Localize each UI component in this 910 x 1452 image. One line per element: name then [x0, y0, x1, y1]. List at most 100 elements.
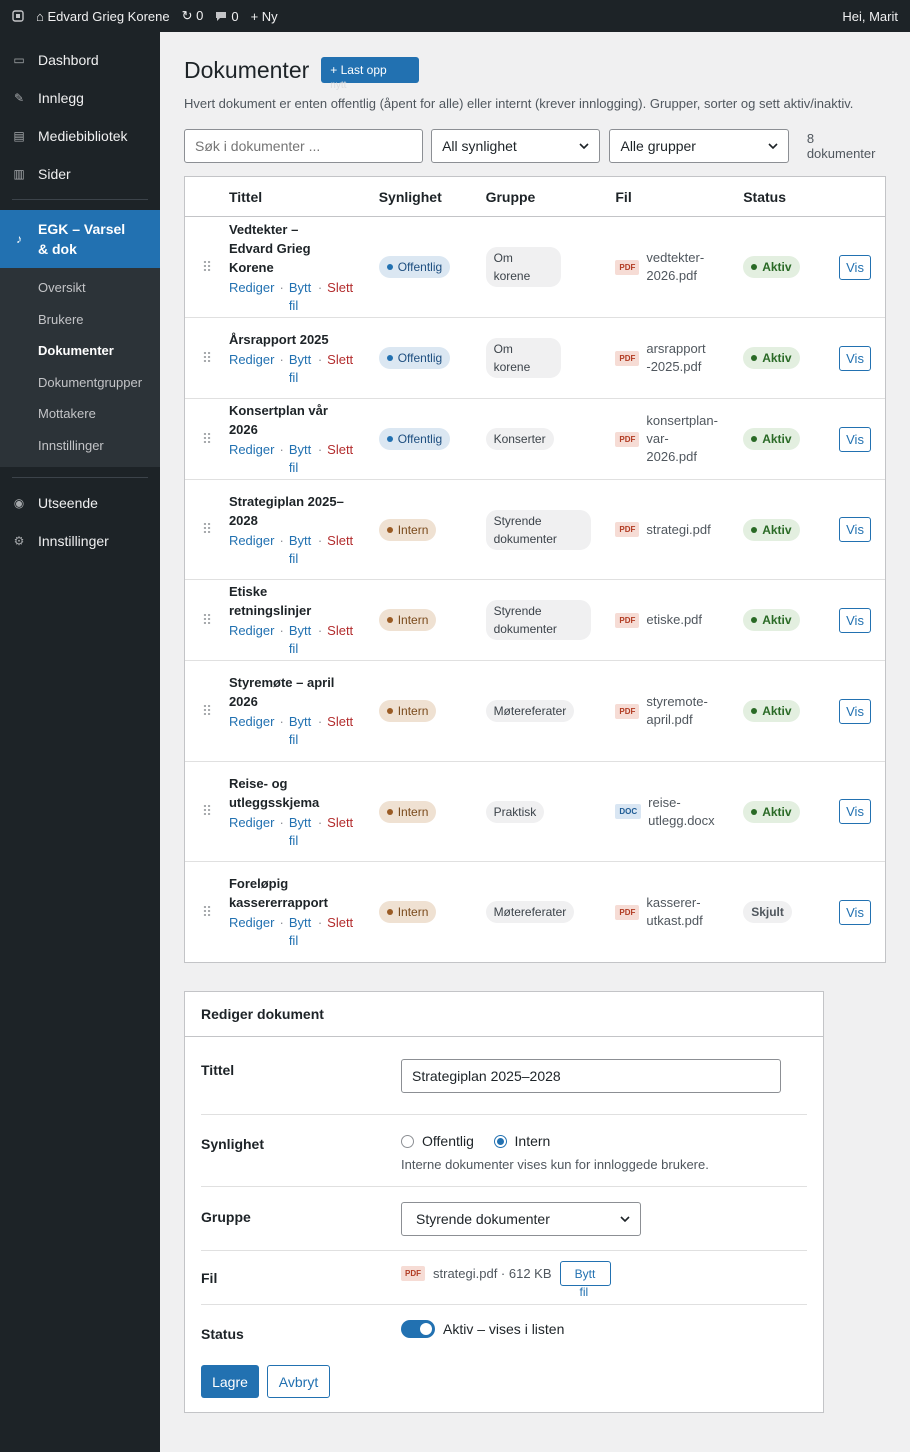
replace-file-link[interactable]: Bytt fil	[289, 533, 311, 566]
menu-settings[interactable]: ⚙ Innstillinger	[0, 522, 160, 560]
replace-file-link[interactable]: Bytt fil	[289, 815, 311, 848]
main-content: Dokumenter + Last opp nytt Hvert dokument…	[184, 32, 886, 1413]
radio-public-circle[interactable]	[401, 1134, 414, 1148]
title-input[interactable]: Strategiplan 2025–2028	[401, 1058, 781, 1093]
document-title[interactable]: Reise- og utleggsskjema	[229, 774, 329, 812]
cancel-button[interactable]: Avbryt	[267, 1365, 330, 1398]
replace-file-link[interactable]: Bytt fil	[289, 714, 311, 747]
save-button[interactable]: Lagre	[201, 1365, 259, 1398]
edit-link[interactable]: Rediger	[229, 533, 275, 548]
updates-link[interactable]: ↻ 0	[176, 0, 210, 32]
group-select-value: Styrende dokumenter	[416, 1210, 550, 1227]
replace-file-button[interactable]: Bytt fil	[559, 1261, 611, 1299]
view-button[interactable]: Vis	[839, 799, 872, 824]
drag-handle-icon[interactable]: ⠿	[185, 350, 229, 367]
column-title[interactable]: Tittel	[229, 189, 379, 205]
document-title[interactable]: Vedtekter – Edvard Grieg Korene	[229, 220, 344, 277]
drag-handle-icon[interactable]: ⠿	[185, 803, 229, 820]
edit-link[interactable]: Rediger	[229, 623, 275, 638]
radio-internal-circle[interactable]	[493, 1134, 507, 1148]
edit-link[interactable]: Rediger	[229, 280, 275, 295]
separator: ·	[317, 915, 323, 930]
document-title[interactable]: Strategiplan 2025–2028	[229, 492, 344, 530]
edit-link[interactable]: Rediger	[229, 714, 275, 729]
upload-button[interactable]: + Last opp nytt	[321, 57, 420, 91]
drag-handle-icon[interactable]: ⠿	[185, 904, 229, 921]
menu-posts[interactable]: ✎ Innlegg	[0, 79, 160, 117]
submenu-overview[interactable]: Oversikt	[0, 272, 160, 304]
column-visibility[interactable]: Synlighet	[379, 189, 486, 205]
replace-file-link[interactable]: Bytt fil	[289, 352, 311, 385]
visibility-filter-select[interactable]: All synlighet	[431, 129, 601, 163]
radio-public-label: Offentlig	[422, 1133, 474, 1149]
delete-link[interactable]: Slett	[327, 280, 353, 295]
group-label: Gruppe	[201, 1208, 251, 1225]
replace-file-link[interactable]: Bytt fil	[289, 442, 311, 475]
document-title[interactable]: Foreløpig kassererrapport	[229, 874, 334, 912]
view-button[interactable]: Vis	[839, 517, 872, 542]
drag-handle-icon[interactable]: ⠿	[185, 612, 229, 629]
column-file[interactable]: Fil	[615, 189, 743, 205]
delete-link[interactable]: Slett	[327, 352, 353, 367]
menu-label: Sider	[38, 166, 71, 182]
delete-link[interactable]: Slett	[327, 815, 353, 830]
drag-handle-icon[interactable]: ⠿	[185, 431, 229, 448]
status-badge: Aktiv	[743, 428, 800, 450]
menu-media[interactable]: ▤ Mediebibliotek	[0, 117, 160, 155]
delete-link[interactable]: Slett	[327, 533, 353, 548]
replace-file-link[interactable]: Bytt fil	[289, 280, 311, 313]
site-name-link[interactable]: ⌂ Edvard Grieg Korene	[30, 0, 176, 32]
search-input[interactable]	[184, 129, 424, 163]
comments-link[interactable]: 0	[209, 0, 244, 32]
new-content-link[interactable]: + Ny	[245, 0, 284, 32]
submenu-document-groups[interactable]: Dokumentgrupper	[0, 367, 160, 399]
submenu-documents[interactable]: Dokumenter	[0, 335, 160, 367]
edit-link[interactable]: Rediger	[229, 442, 275, 457]
radio-public[interactable]: Offentlig	[401, 1133, 474, 1149]
menu-appearance[interactable]: ◉ Utseende	[0, 484, 160, 522]
radio-internal[interactable]: Intern	[493, 1133, 550, 1149]
drag-handle-icon[interactable]: ⠿	[185, 259, 229, 276]
separator: ·	[317, 714, 323, 729]
drag-handle-icon[interactable]: ⠿	[185, 521, 229, 538]
wordpress-icon[interactable]	[0, 0, 30, 32]
file-type-icon: PDF	[615, 350, 640, 366]
visibility-badge: Intern	[378, 518, 437, 541]
delete-link[interactable]: Slett	[327, 915, 353, 930]
view-button[interactable]: Vis	[839, 698, 872, 724]
replace-file-link[interactable]: Bytt fil	[289, 915, 311, 948]
view-button[interactable]: Vis	[839, 607, 872, 633]
document-title[interactable]: Etiske retningslinjer	[229, 582, 349, 620]
document-title[interactable]: Årsrapport 2025	[229, 330, 329, 349]
file-type-icon: PDF	[615, 703, 640, 719]
submenu-settings[interactable]: Innstillinger	[0, 430, 160, 462]
edit-link[interactable]: Rediger	[229, 815, 275, 830]
status-toggle[interactable]	[401, 1320, 435, 1338]
delete-link[interactable]: Slett	[327, 714, 353, 729]
file-name: konsertplan-var-2026.pdf	[646, 413, 718, 464]
submenu-recipients[interactable]: Mottakere	[0, 398, 160, 430]
delete-link[interactable]: Slett	[327, 623, 353, 638]
drag-handle-icon[interactable]: ⠿	[185, 703, 229, 720]
view-button[interactable]: Vis	[839, 345, 872, 371]
menu-pages[interactable]: ▥ Sider	[0, 155, 160, 193]
submenu-users[interactable]: Brukere	[0, 304, 160, 336]
document-title[interactable]: Styremøte – april 2026	[229, 673, 339, 711]
menu-dashboard[interactable]: ▭ Dashbord	[0, 41, 160, 79]
replace-file-link[interactable]: Bytt fil	[289, 623, 311, 656]
menu-egk-varsel-dok[interactable]: ♪ EGK – Varsel & dok	[0, 210, 160, 268]
view-button[interactable]: Vis	[839, 899, 872, 925]
edit-link[interactable]: Rediger	[229, 352, 275, 367]
group-select[interactable]: Styrende dokumenter	[401, 1201, 641, 1236]
edit-link[interactable]: Rediger	[229, 915, 275, 930]
delete-link[interactable]: Slett	[327, 442, 353, 457]
pdf-file-icon: PDF	[401, 1266, 425, 1281]
account-menu[interactable]: Hei, Marit	[836, 0, 910, 32]
column-status[interactable]: Status	[743, 189, 839, 205]
visibility-dot	[386, 436, 393, 442]
column-group[interactable]: Gruppe	[486, 189, 616, 205]
view-button[interactable]: Vis	[839, 426, 872, 452]
view-button[interactable]: Vis	[839, 254, 872, 280]
document-title[interactable]: Konsertplan vår 2026	[229, 401, 359, 439]
group-filter-select[interactable]: Alle grupper	[609, 129, 789, 163]
